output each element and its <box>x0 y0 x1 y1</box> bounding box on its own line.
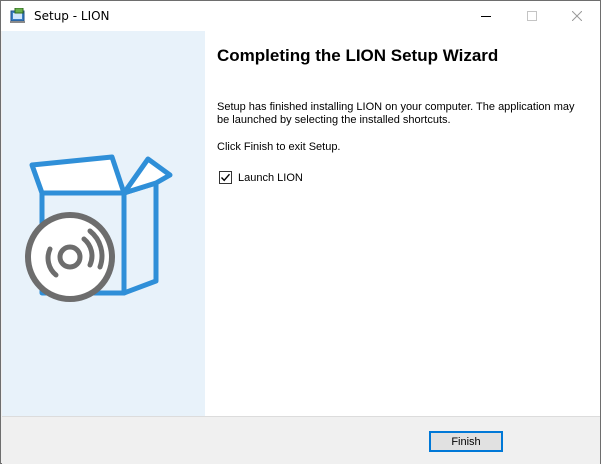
close-button[interactable] <box>554 1 600 31</box>
setup-app-icon <box>10 7 28 24</box>
box-with-disc-illustration <box>24 153 184 307</box>
completion-message: Setup has finished installing LION on yo… <box>217 101 575 126</box>
maximize-icon <box>527 11 537 21</box>
finish-button[interactable]: Finish <box>429 431 503 452</box>
launch-lion-checkbox[interactable] <box>219 171 232 184</box>
window-title: Setup - LION <box>34 9 110 23</box>
title-bar: Setup - LION <box>1 1 600 31</box>
minimize-button[interactable] <box>463 1 509 31</box>
button-bar <box>2 416 600 464</box>
page-title: Completing the LION Setup Wizard <box>217 46 499 65</box>
checkmark-icon <box>220 173 231 182</box>
setup-window: Setup - LION Completing the LION Setup W… <box>0 0 601 464</box>
close-icon <box>572 11 582 21</box>
maximize-button[interactable] <box>509 1 555 31</box>
wizard-content: Completing the LION Setup Wizard Setup h… <box>205 31 600 416</box>
minimize-icon <box>481 11 491 21</box>
launch-lion-checkbox-row[interactable]: Launch LION <box>219 171 303 184</box>
exit-instruction: Click Finish to exit Setup. <box>217 141 341 153</box>
launch-lion-label[interactable]: Launch LION <box>238 172 303 184</box>
wizard-sidebar <box>2 31 205 416</box>
